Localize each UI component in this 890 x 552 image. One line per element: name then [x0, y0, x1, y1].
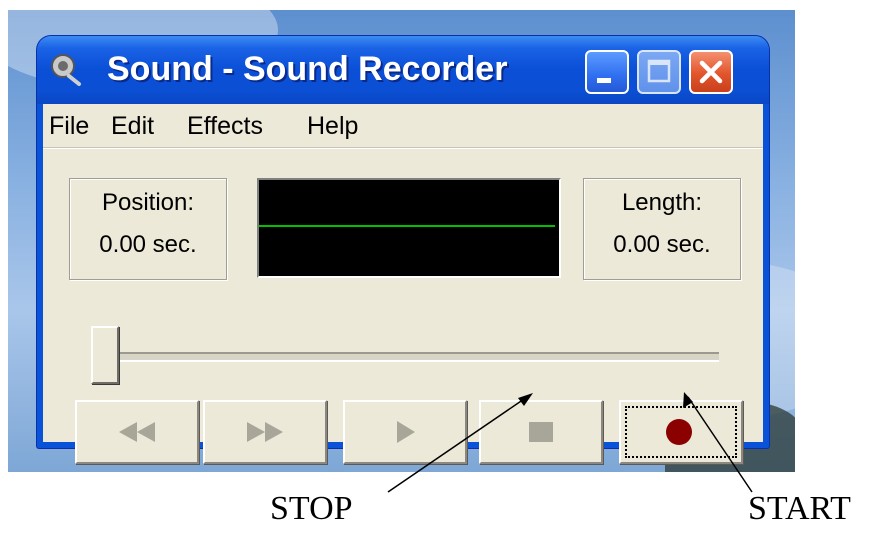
stop-arrow-line [387, 396, 528, 493]
start-annotation: START [748, 490, 851, 527]
stop-arrowhead [518, 393, 533, 406]
stop-annotation: STOP [270, 490, 353, 527]
start-arrowhead [683, 392, 693, 408]
callout-arrows [387, 392, 753, 493]
start-arrow-line [687, 396, 753, 493]
